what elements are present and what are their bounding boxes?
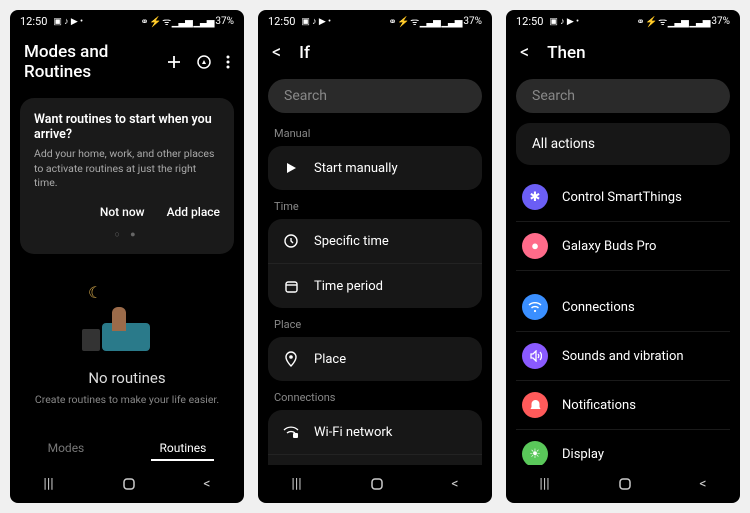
tab-routines[interactable]: Routines [151, 437, 214, 461]
item-start-manually[interactable]: Start manually [268, 146, 482, 190]
status-left-icons: ▣ ♪ ▶ • [53, 16, 83, 27]
item-label: Specific time [314, 234, 389, 249]
tab-modes[interactable]: Modes [40, 437, 93, 461]
sounds-icon [522, 343, 548, 369]
section-time: Time [258, 192, 492, 217]
nav-recents-icon[interactable]: ||| [43, 476, 53, 492]
status-right-icons: ⚭ ⚡ ᯤ ▁▃▅ ▁▃▅ [636, 14, 709, 28]
nav-recents-icon[interactable]: ||| [539, 476, 549, 492]
clock-icon [282, 232, 300, 250]
nav-back-icon[interactable]: < [699, 476, 706, 492]
nav-back-icon[interactable]: < [451, 476, 458, 492]
nav-home-icon[interactable] [121, 476, 137, 492]
play-icon [282, 159, 300, 177]
item-connections[interactable]: Connections [516, 283, 730, 332]
nav-back-icon[interactable]: < [203, 476, 210, 492]
status-right-icons: ⚭ ⚡ ᯤ ▁▃▅ ▁▃▅ [388, 14, 461, 28]
header: Modes and Routines [10, 32, 244, 92]
section-place: Place [258, 310, 492, 335]
item-label: Display [562, 447, 604, 462]
item-label: Notifications [562, 398, 636, 413]
screen-then: 12:50 ▣ ♪ ▶ • ⚭ ⚡ ᯤ ▁▃▅ ▁▃▅ 37% < Then S… [506, 10, 740, 503]
empty-state: ☾ No routines Create routines to make yo… [10, 260, 244, 427]
card-text: Add your home, work, and other places to… [34, 147, 220, 191]
item-place[interactable]: Place [268, 337, 482, 381]
item-specific-time[interactable]: Specific time [268, 219, 482, 264]
add-place-button[interactable]: Add place [167, 205, 220, 219]
section-manual: Manual [258, 119, 492, 144]
status-left-icons: ▣ ♪ ▶ • [549, 16, 579, 27]
header: < If [258, 32, 492, 73]
search-input[interactable]: Search [516, 79, 730, 113]
nav-bar: ||| < [258, 465, 492, 503]
status-time: 12:50 [268, 15, 295, 28]
item-wifi-strength[interactable]: Wi-Fi strength [268, 455, 482, 465]
item-smartthings[interactable]: ✱ Control SmartThings [516, 173, 730, 222]
back-icon[interactable]: < [520, 42, 529, 63]
calendar-icon [282, 277, 300, 295]
card-title: Want routines to start when you arrive? [34, 112, 220, 142]
screen-modes-routines: 12:50 ▣ ♪ ▶ • ⚭ ⚡ ᯤ ▁▃▅ ▁▃▅ 37% Modes an… [10, 10, 244, 503]
nav-bar: ||| < [10, 465, 244, 503]
explore-icon[interactable] [196, 54, 212, 70]
nav-recents-icon[interactable]: ||| [291, 476, 301, 492]
item-label: Galaxy Buds Pro [562, 239, 656, 254]
item-time-period[interactable]: Time period [268, 264, 482, 308]
status-battery: 37% [463, 16, 482, 27]
item-display[interactable]: ☀ Display [516, 430, 730, 465]
item-label: Place [314, 352, 346, 367]
status-left-icons: ▣ ♪ ▶ • [301, 16, 331, 27]
suggestion-card: Want routines to start when you arrive? … [20, 98, 234, 254]
page-title: Modes and Routines [24, 42, 154, 82]
item-sounds[interactable]: Sounds and vibration [516, 332, 730, 381]
search-input[interactable]: Search [268, 79, 482, 113]
add-icon[interactable] [166, 54, 182, 70]
status-time: 12:50 [516, 15, 543, 28]
all-actions-button[interactable]: All actions [516, 123, 730, 165]
status-right-icons: ⚭ ⚡ ᯤ ▁▃▅ ▁▃▅ [140, 14, 213, 28]
item-label: Connections [562, 300, 635, 315]
status-bar: 12:50 ▣ ♪ ▶ • ⚭ ⚡ ᯤ ▁▃▅ ▁▃▅ 37% [506, 10, 740, 32]
illustration-icon: ☾ [82, 281, 172, 351]
wifi-lock-icon [282, 423, 300, 441]
item-label: Start manually [314, 161, 398, 176]
status-bar: 12:50 ▣ ♪ ▶ • ⚭ ⚡ ᯤ ▁▃▅ ▁▃▅ 37% [258, 10, 492, 32]
empty-subtitle: Create routines to make your life easier… [35, 393, 219, 406]
nav-bar: ||| < [506, 465, 740, 503]
buds-icon: ● [522, 233, 548, 259]
item-label: Sounds and vibration [562, 349, 684, 364]
notifications-icon [522, 392, 548, 418]
not-now-button[interactable]: Not now [100, 205, 145, 219]
item-label: Time period [314, 279, 383, 294]
nav-home-icon[interactable] [369, 476, 385, 492]
more-icon[interactable] [226, 54, 230, 70]
item-buds[interactable]: ● Galaxy Buds Pro [516, 222, 730, 271]
status-time: 12:50 [20, 15, 47, 28]
location-icon [282, 350, 300, 368]
nav-home-icon[interactable] [617, 476, 633, 492]
page-title: If [299, 43, 478, 63]
smartthings-icon: ✱ [522, 184, 548, 210]
item-label: Control SmartThings [562, 190, 682, 205]
item-wifi-network[interactable]: Wi-Fi network [268, 410, 482, 455]
back-icon[interactable]: < [272, 42, 281, 63]
section-connections: Connections [258, 383, 492, 408]
item-label: Wi-Fi network [314, 425, 392, 440]
pager-dots[interactable]: ○ ● [34, 229, 220, 240]
header: < Then [506, 32, 740, 73]
connections-icon [522, 294, 548, 320]
item-notifications[interactable]: Notifications [516, 381, 730, 430]
page-title: Then [547, 43, 726, 63]
status-battery: 37% [711, 16, 730, 27]
display-icon: ☀ [522, 441, 548, 465]
empty-title: No routines [88, 369, 165, 387]
status-bar: 12:50 ▣ ♪ ▶ • ⚭ ⚡ ᯤ ▁▃▅ ▁▃▅ 37% [10, 10, 244, 32]
bottom-tabs: Modes Routines [10, 427, 244, 465]
status-battery: 37% [215, 16, 234, 27]
screen-if: 12:50 ▣ ♪ ▶ • ⚭ ⚡ ᯤ ▁▃▅ ▁▃▅ 37% < If Sea… [258, 10, 492, 503]
